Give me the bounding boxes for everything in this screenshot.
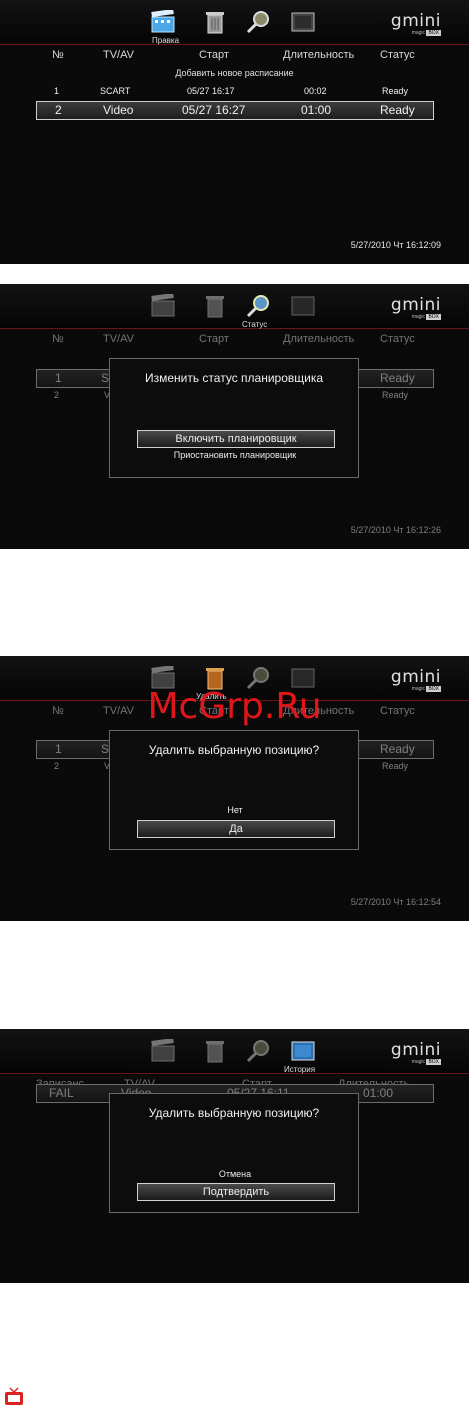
brand-sub: magic BOX <box>411 1059 441 1065</box>
tv-icon <box>4 1387 24 1407</box>
clock: 5/27/2010 Чт 16:12:09 <box>350 240 441 250</box>
history-picture-icon[interactable] <box>290 294 316 318</box>
edit-film-icon[interactable] <box>150 1037 176 1063</box>
col-source: TV/AV <box>103 49 134 61</box>
dialog-title: Удалить выбранную позицию? <box>148 743 320 757</box>
icon-caption: Правка <box>152 36 180 45</box>
yes-button[interactable]: Да <box>137 820 335 838</box>
screen-history-delete: История gmini magic BOX Записанс TV/AV С… <box>0 1029 469 1283</box>
brand-logo: gmini <box>390 1040 441 1060</box>
search-icon[interactable] <box>246 10 272 34</box>
add-schedule-item[interactable]: Добавить новое расписание <box>0 68 469 78</box>
confirm-button[interactable]: Подтвердить <box>137 1183 335 1201</box>
table-header: № TV/AV Старт Длительность Статус <box>0 49 469 65</box>
dialog-title: Удалить выбранную позицию? <box>148 1106 320 1120</box>
trash-icon[interactable] <box>202 10 228 34</box>
table-row[interactable]: 1 SCART 05/27 16:17 00:02 Ready <box>36 83 432 99</box>
history-delete-dialog: Удалить выбранную позицию? Отмена Подтве… <box>109 1093 359 1213</box>
icon-caption: История <box>284 1065 316 1074</box>
scheduler-status-dialog: Изменить статус планировщика Включить пл… <box>109 358 359 478</box>
edit-film-icon[interactable] <box>150 8 176 34</box>
col-number: № <box>52 49 64 61</box>
pause-scheduler-option[interactable]: Приостановить планировщик <box>137 448 333 463</box>
top-bar: Правка gmini magic BOX <box>0 0 469 45</box>
watermark: McGrp.Ru <box>147 686 322 727</box>
brand-sub: magic BOX <box>411 314 441 320</box>
icon-caption: Статус <box>242 320 268 329</box>
col-start: Старт <box>199 49 229 61</box>
edit-film-icon[interactable] <box>150 292 176 318</box>
trash-icon[interactable] <box>202 294 228 318</box>
delete-confirm-dialog: Удалить выбранную позицию? Нет Да <box>109 730 359 850</box>
history-picture-icon[interactable] <box>290 10 316 34</box>
table-row-selected[interactable]: 2 Video 05/27 16:27 01:00 Ready <box>36 101 434 120</box>
clock: 5/27/2010 Чт 16:12:54 <box>350 897 441 907</box>
top-bar: История gmini magic BOX <box>0 1029 469 1074</box>
screen-schedule-list: Правка gmini magic BOX № TV/AV Старт Дли… <box>0 0 469 264</box>
brand-sub: magic BOX <box>411 30 441 36</box>
top-bar: Статус gmini magic BOX <box>0 284 469 329</box>
trash-icon[interactable] <box>202 1039 228 1063</box>
brand-logo: gmini <box>390 667 441 687</box>
brand-logo: gmini <box>390 11 441 31</box>
history-picture-icon-active[interactable] <box>290 1039 316 1063</box>
col-status: Статус <box>380 49 415 61</box>
clock: 5/27/2010 Чт 16:12:26 <box>350 525 441 535</box>
col-duration: Длительность <box>283 49 355 61</box>
search-icon-active[interactable] <box>246 294 272 318</box>
cancel-option[interactable]: Отмена <box>137 1167 333 1182</box>
no-option[interactable]: Нет <box>137 803 333 818</box>
enable-scheduler-option[interactable]: Включить планировщик <box>137 430 335 448</box>
screen-scheduler-status: Статус gmini magic BOX № TV/AV Старт Дли… <box>0 284 469 549</box>
dialog-title: Изменить статус планировщика <box>144 371 324 385</box>
brand-logo: gmini <box>390 295 441 315</box>
search-icon[interactable] <box>246 1039 272 1063</box>
table-header: № TV/AV Старт Длительность Статус <box>52 333 415 345</box>
